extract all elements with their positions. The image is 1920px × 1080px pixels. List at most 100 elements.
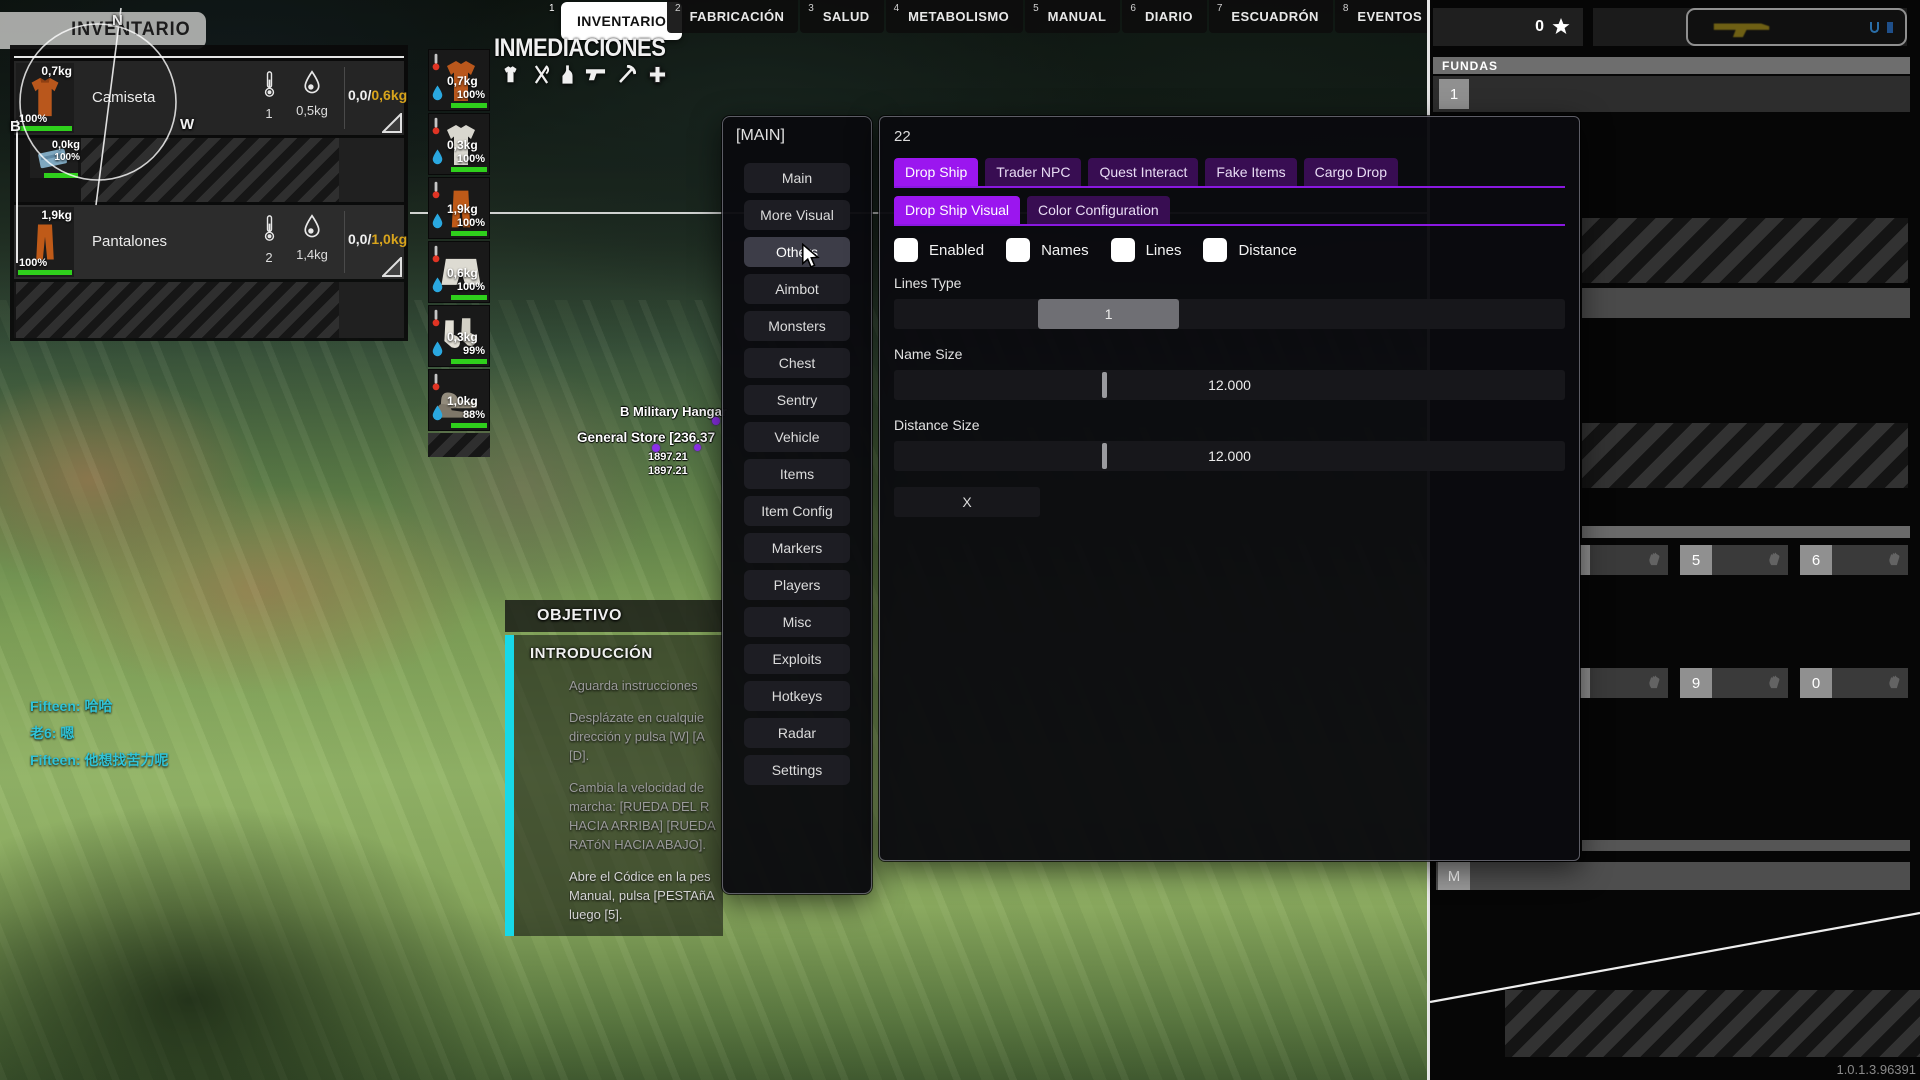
locked-storage-block (1505, 990, 1920, 1057)
menu-item-main[interactable]: Main (744, 163, 850, 193)
tab-manual[interactable]: 5MANUAL (1025, 0, 1120, 33)
menu-item-sentry[interactable]: Sentry (744, 385, 850, 415)
weapon-slot-box[interactable] (1686, 8, 1907, 46)
equip-tile-pants[interactable]: 1,9kg 100% (428, 177, 490, 239)
tab-label: METABOLISMO (908, 9, 1009, 33)
quick-slot-partial[interactable] (1580, 668, 1668, 698)
plus-filter-icon[interactable] (648, 65, 667, 84)
compass-overlay (0, 0, 300, 300)
menu-item-hotkeys[interactable]: Hotkeys (744, 681, 850, 711)
menu-item-players[interactable]: Players (744, 570, 850, 600)
slot-key-label: 0 (1812, 675, 1820, 692)
corner-fold-icon (382, 257, 402, 277)
equip-weight: 0,3kg (447, 138, 478, 152)
chat-message: 老6: 嗯 (30, 723, 168, 743)
equip-weight: 0,6kg (447, 266, 478, 280)
blocked-equip-slot (428, 433, 490, 457)
close-x-button[interactable]: X (894, 487, 1040, 517)
droplet-icon (431, 277, 444, 294)
menu-item-radar[interactable]: Radar (744, 718, 850, 748)
equip-tile-shirt-orange[interactable]: 0,7kg 100% (428, 49, 490, 111)
equip-tile-shirt-white[interactable]: 0,3kg 100% (428, 113, 490, 175)
tab-number: 4 (894, 3, 900, 33)
menu-item-chest[interactable]: Chest (744, 348, 850, 378)
lines-type-selector[interactable]: 1 (894, 299, 1565, 329)
subtab-drop-ship-visual[interactable]: Drop Ship Visual (894, 196, 1020, 224)
menu-item-item-config[interactable]: Item Config (744, 496, 850, 526)
tab-divider (894, 186, 1565, 188)
droplet-icon (431, 213, 444, 230)
equip-tile-socks[interactable]: 0,3kg 99% (428, 305, 490, 367)
tab-metabolismo[interactable]: 4 METABOLISMO (886, 0, 1024, 33)
distance-size-slider[interactable]: 12.000 (894, 441, 1565, 471)
subtab-color-configuration[interactable]: Color Configuration (1027, 196, 1170, 224)
objective-step: Desplázate en cualquie dirección y pulsa… (569, 708, 721, 765)
map-slot-row[interactable]: M (1436, 862, 1910, 890)
tab-eventos[interactable]: 8EVENTOS (1335, 0, 1436, 33)
tool-filter-icon[interactable] (618, 65, 636, 84)
cheat-menu-window[interactable]: [MAIN] Main More Visual Others Aimbot Mo… (722, 116, 872, 894)
names-checkbox[interactable] (1006, 238, 1030, 262)
name-size-slider[interactable]: 12.000 (894, 370, 1565, 400)
menu-item-exploits[interactable]: Exploits (744, 644, 850, 674)
hand-icon (1767, 675, 1782, 690)
locked-storage-row (1582, 218, 1908, 283)
menu-item-monsters[interactable]: Monsters (744, 311, 850, 341)
equip-weight: 1,9kg (447, 202, 478, 216)
chat-message: Fifteen: 他想找苦力呢 (30, 750, 168, 770)
lines-type-active-segment[interactable]: 1 (1038, 299, 1179, 329)
tab-escuadron[interactable]: 7ESCUADRÓN (1209, 0, 1333, 33)
fundas-label: FUNDAS (1442, 59, 1498, 73)
tab-diario[interactable]: 6DIARIO (1122, 0, 1206, 33)
tab-drop-ship[interactable]: Drop Ship (894, 158, 978, 186)
equip-tile-shorts[interactable]: 0,6kg 100% (428, 241, 490, 303)
menu-item-others[interactable]: Others (744, 237, 850, 267)
esp-marker-dot (652, 444, 660, 452)
tab-label: ESCUADRÓN (1231, 9, 1318, 33)
load-value: 0,0/1,0kg (348, 231, 404, 247)
menu-item-vehicle[interactable]: Vehicle (744, 422, 850, 452)
tab-number: 8 (1343, 3, 1349, 33)
objective-header: OBJETIVO (505, 600, 723, 632)
tab-fake-items[interactable]: Fake Items (1205, 158, 1296, 186)
tab-trader-npc[interactable]: Trader NPC (985, 158, 1081, 186)
cheat-settings-window[interactable]: 22 Drop Ship Trader NPC Quest Interact F… (879, 116, 1580, 861)
menu-item-settings[interactable]: Settings (744, 755, 850, 785)
menu-item-aimbot[interactable]: Aimbot (744, 274, 850, 304)
locked-storage-row (1582, 423, 1908, 488)
tab-fabricacion[interactable]: 2FABRICACIÓN (667, 0, 798, 33)
thermometer-icon (432, 245, 440, 263)
durability-bar (451, 103, 487, 108)
tab-salud[interactable]: 3SALUD (800, 0, 883, 33)
lines-checkbox[interactable] (1111, 238, 1135, 262)
shirt-filter-icon[interactable] (500, 65, 521, 84)
tab-quest-interact[interactable]: Quest Interact (1088, 158, 1198, 186)
slot-key-label: 1 (1450, 86, 1458, 103)
storage-divider-bar (1582, 840, 1910, 851)
tab-label: MANUAL (1048, 9, 1107, 33)
bottle-filter-icon[interactable] (562, 64, 573, 85)
gun-filter-icon[interactable] (585, 67, 606, 82)
stat-divider (344, 211, 345, 273)
quick-slot-0[interactable]: 0 (1800, 668, 1908, 698)
fundas-slot-1[interactable]: 1 (1439, 79, 1469, 109)
quick-slot-6[interactable]: 6 (1800, 545, 1908, 575)
slot-key-label: 9 (1692, 675, 1700, 692)
tab-cargo-drop[interactable]: Cargo Drop (1304, 158, 1398, 186)
menu-item-items[interactable]: Items (744, 459, 850, 489)
quick-slot-5[interactable]: 5 (1680, 545, 1788, 575)
equip-durability: 100% (457, 153, 485, 165)
equip-tile-shoes[interactable]: 1,0kg 88% (428, 369, 490, 431)
menu-item-more-visual[interactable]: More Visual (744, 200, 850, 230)
distance-checkbox[interactable] (1203, 238, 1227, 262)
hand-icon (1647, 552, 1662, 567)
quick-slot-partial[interactable] (1580, 545, 1668, 575)
equip-weight: 0,3kg (447, 330, 478, 344)
vicinity-filter-icons (500, 64, 667, 85)
quick-slot-9[interactable]: 9 (1680, 668, 1788, 698)
ammo-indicator (1887, 22, 1893, 33)
enabled-checkbox[interactable] (894, 238, 918, 262)
utensils-filter-icon[interactable] (533, 65, 550, 84)
menu-item-misc[interactable]: Misc (744, 607, 850, 637)
menu-item-markers[interactable]: Markers (744, 533, 850, 563)
